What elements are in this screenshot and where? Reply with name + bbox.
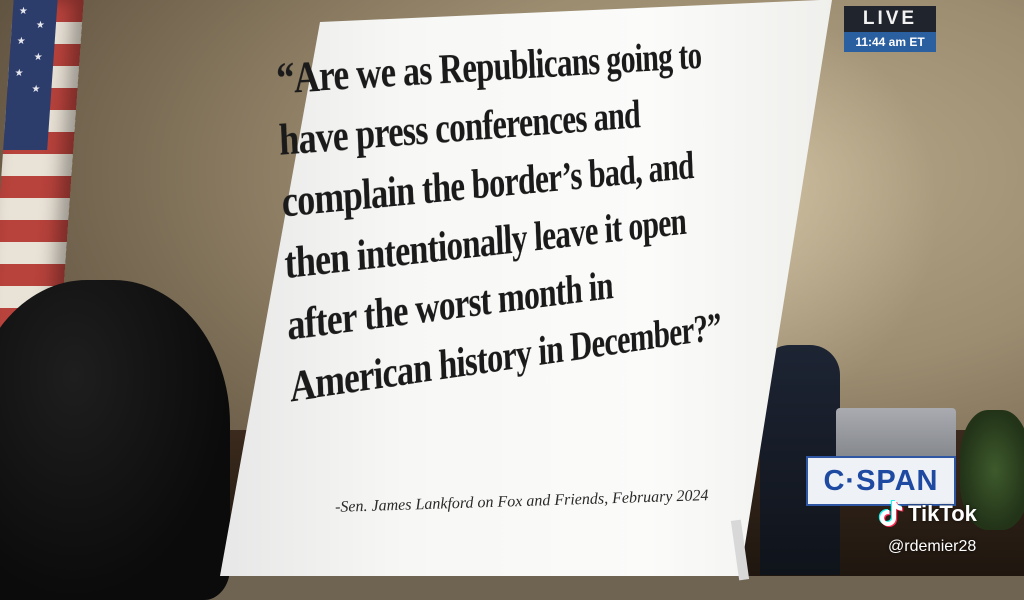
flag-canton: ★ ★ ★ ★ ★ ★ xyxy=(3,0,57,150)
tiktok-label: TikTok xyxy=(908,501,977,527)
live-label: LIVE xyxy=(844,6,936,32)
person-left xyxy=(0,280,230,600)
creator-handle: @rdemier28 xyxy=(888,538,976,556)
star-icon: ★ xyxy=(31,84,41,95)
star-icon: ★ xyxy=(18,6,28,17)
star-icon: ★ xyxy=(16,36,26,47)
tiktok-watermark: TikTok xyxy=(878,498,977,530)
live-time: 11:44 am ET xyxy=(844,32,936,52)
star-icon: ★ xyxy=(35,20,45,31)
star-icon: ★ xyxy=(33,52,43,63)
quote-text: “Are we as Republicans going to have pre… xyxy=(275,30,675,418)
live-badge: LIVE 11:44 am ET xyxy=(844,6,936,54)
tiktok-logo-icon xyxy=(878,499,904,529)
star-icon: ★ xyxy=(14,68,24,79)
